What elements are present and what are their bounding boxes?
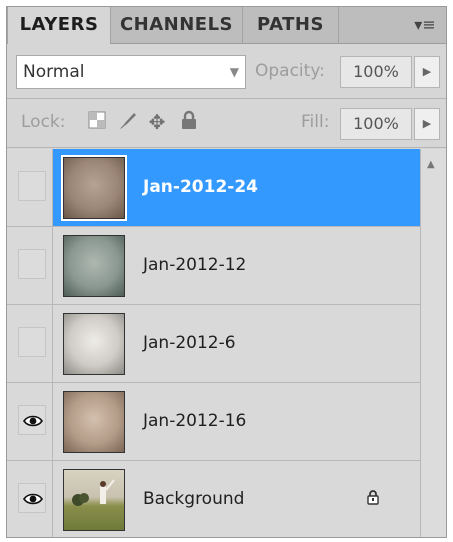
divider: [7, 147, 446, 148]
lock-position-icon[interactable]: ✥: [145, 110, 169, 134]
lock-transparent-pixels-icon[interactable]: [85, 110, 109, 134]
layer-name[interactable]: Jan-2012-24: [143, 149, 258, 226]
layer-name[interactable]: Background: [143, 461, 244, 537]
layer-row[interactable]: Background: [7, 461, 420, 537]
layer-name[interactable]: Jan-2012-6: [143, 305, 236, 382]
visibility-toggle[interactable]: [18, 249, 46, 279]
layers-list: Jan-2012-24 Jan-2012-12 Jan-2012-6 Jan-2…: [7, 149, 420, 537]
layer-thumbnail: [63, 469, 125, 531]
visibility-toggle[interactable]: [18, 483, 46, 513]
layer-name[interactable]: Jan-2012-16: [143, 383, 246, 460]
layer-thumbnail: [61, 155, 127, 221]
visibility-toggle[interactable]: [18, 327, 46, 357]
eye-icon: [19, 406, 47, 436]
tab-layers[interactable]: LAYERS: [7, 7, 111, 44]
fill-field[interactable]: 100%: [340, 108, 412, 140]
lock-icon: [363, 489, 383, 511]
panel-tab-bar: LAYERS CHANNELS PATHS ▾≡: [7, 7, 446, 44]
visibility-cell[interactable]: [7, 227, 53, 304]
lock-image-pixels-icon[interactable]: [115, 110, 139, 134]
layer-name[interactable]: Jan-2012-12: [143, 227, 246, 304]
eye-icon: [19, 484, 47, 514]
visibility-cell[interactable]: [7, 383, 53, 460]
divider: [7, 98, 446, 99]
visibility-cell[interactable]: [7, 149, 53, 226]
visibility-toggle[interactable]: [18, 171, 46, 201]
scroll-up-arrow-icon[interactable]: ▲: [427, 159, 435, 170]
fill-label: Fill:: [301, 112, 330, 132]
tab-paths[interactable]: PATHS: [243, 7, 339, 43]
opacity-label: Opacity:: [255, 61, 325, 81]
chevron-down-icon: ▼: [229, 65, 239, 79]
layers-scrollbar[interactable]: ▲: [420, 149, 446, 537]
layers-panel: LAYERS CHANNELS PATHS ▾≡ Normal ▼ Opacit…: [6, 6, 447, 538]
visibility-toggle[interactable]: [18, 405, 46, 435]
lock-label: Lock:: [21, 112, 66, 132]
layer-row[interactable]: Jan-2012-16: [7, 383, 420, 461]
layer-thumbnail: [63, 391, 125, 453]
tab-channels[interactable]: CHANNELS: [111, 7, 243, 43]
lock-all-icon[interactable]: [177, 110, 201, 134]
blend-mode-value: Normal: [23, 62, 85, 82]
panel-menu-icon[interactable]: ▾≡: [410, 15, 440, 35]
opacity-field[interactable]: 100%: [340, 56, 412, 88]
layer-row[interactable]: Jan-2012-12: [7, 227, 420, 305]
layer-thumbnail: [63, 235, 125, 297]
layer-row[interactable]: Jan-2012-6: [7, 305, 420, 383]
opacity-slider-button[interactable]: ▶: [414, 56, 440, 88]
blend-mode-select[interactable]: Normal ▼: [16, 55, 246, 89]
layer-row[interactable]: Jan-2012-24: [7, 149, 420, 227]
layer-thumbnail: [63, 313, 125, 375]
fill-slider-button[interactable]: ▶: [414, 108, 440, 140]
visibility-cell[interactable]: [7, 305, 53, 382]
visibility-cell[interactable]: [7, 461, 53, 537]
